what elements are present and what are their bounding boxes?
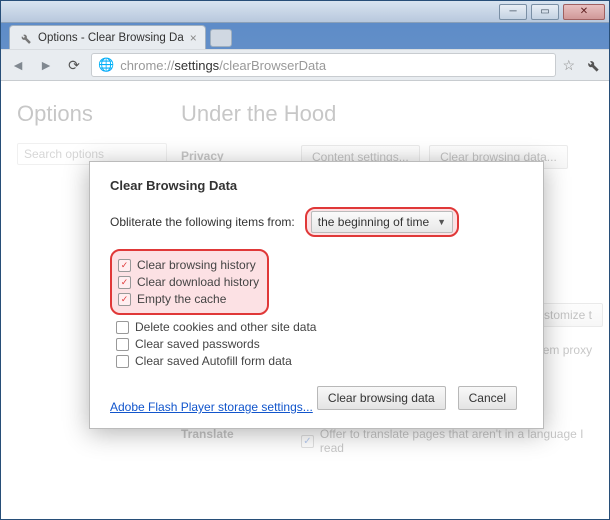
option-label: Clear browsing history	[137, 258, 256, 272]
back-button[interactable]: ◄	[7, 54, 29, 76]
bookmark-star-icon[interactable]: ☆	[562, 57, 575, 74]
globe-icon: 🌐	[98, 57, 114, 73]
window-titlebar: ─ ▭ ✕	[1, 1, 609, 23]
time-range-highlight: the beginning of time ▼	[305, 207, 459, 237]
checkbox-browsing-history[interactable]	[118, 259, 131, 272]
url-scheme: chrome://	[120, 58, 174, 73]
tab-title: Options - Clear Browsing Da	[38, 32, 184, 44]
checkbox-saved-passwords[interactable]	[116, 338, 129, 351]
wrench-icon	[18, 31, 32, 45]
checkbox-empty-cache[interactable]	[118, 293, 131, 306]
flash-storage-link[interactable]: Adobe Flash Player storage settings...	[110, 400, 313, 414]
cancel-button[interactable]: Cancel	[458, 386, 517, 410]
maximize-button[interactable]: ▭	[531, 4, 559, 20]
new-tab-button[interactable]	[210, 29, 232, 47]
checkbox-autofill-data[interactable]	[116, 355, 129, 368]
option-label: Clear download history	[137, 275, 259, 289]
browser-window: ─ ▭ ✕ Options - Clear Browsing Da × ◄ ► …	[0, 0, 610, 520]
tab-strip: Options - Clear Browsing Da ×	[1, 23, 609, 49]
option-label: Empty the cache	[137, 292, 226, 306]
close-tab-icon[interactable]: ×	[190, 31, 197, 45]
time-range-select[interactable]: the beginning of time ▼	[311, 211, 453, 233]
checkbox-delete-cookies[interactable]	[116, 321, 129, 334]
menu-wrench-button[interactable]	[581, 54, 603, 76]
close-window-button[interactable]: ✕	[563, 4, 605, 20]
highlighted-options: Clear browsing history Clear download hi…	[110, 249, 269, 315]
clear-browsing-data-dialog: Clear Browsing Data Obliterate the follo…	[89, 161, 544, 429]
option-label: Delete cookies and other site data	[135, 320, 316, 334]
checkbox-download-history[interactable]	[118, 276, 131, 289]
minimize-button[interactable]: ─	[499, 4, 527, 20]
option-label: Clear saved passwords	[135, 337, 260, 351]
clear-data-confirm-button[interactable]: Clear browsing data	[317, 386, 446, 410]
dialog-title: Clear Browsing Data	[110, 178, 523, 193]
address-bar[interactable]: 🌐 chrome://settings/clearBrowserData	[91, 53, 556, 77]
browser-tab[interactable]: Options - Clear Browsing Da ×	[9, 25, 206, 49]
obliterate-label: Obliterate the following items from:	[110, 215, 295, 229]
reload-button[interactable]: ⟳	[63, 54, 85, 76]
url-host: settings	[174, 58, 219, 73]
forward-button[interactable]: ►	[35, 54, 57, 76]
chevron-down-icon: ▼	[437, 217, 446, 227]
url-path: /clearBrowserData	[219, 58, 326, 73]
option-label: Clear saved Autofill form data	[135, 354, 292, 368]
toolbar: ◄ ► ⟳ 🌐 chrome://settings/clearBrowserDa…	[1, 49, 609, 81]
